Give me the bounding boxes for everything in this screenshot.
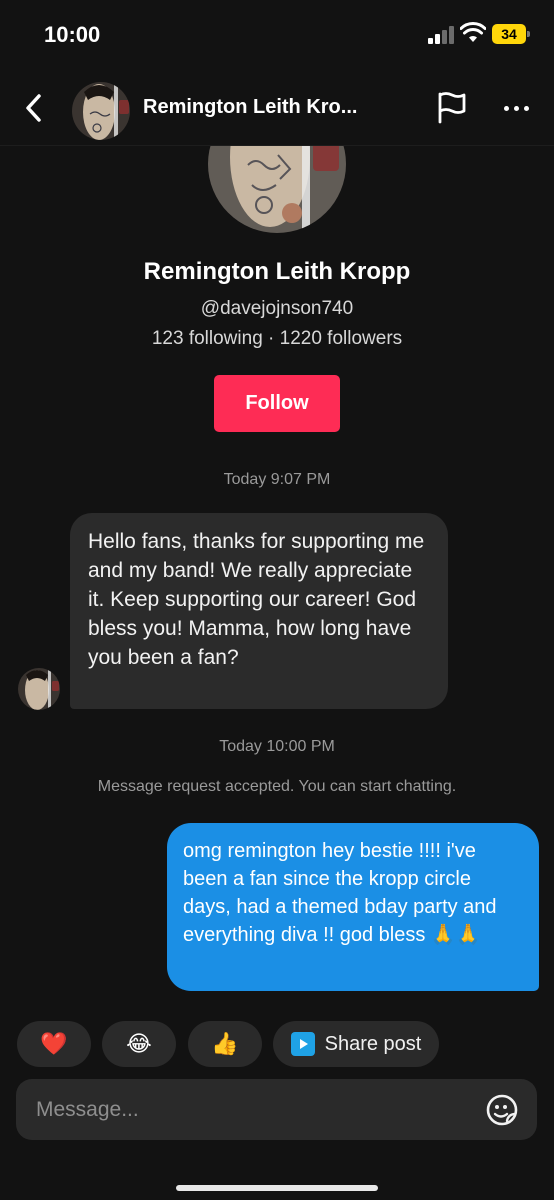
play-icon [290,1032,315,1056]
message-avatar[interactable] [18,668,60,710]
follow-button[interactable]: Follow [214,375,340,432]
signal-icon [428,24,456,44]
laugh-reaction-button[interactable]: 😂 [102,1021,176,1067]
system-note: Message request accepted. You can start … [97,778,457,795]
thumbs-up-reaction-button[interactable]: 👍 [188,1021,262,1067]
header-title[interactable]: Remington Leith Kro... [143,96,393,119]
profile-handle: @davejojnson740 [200,298,354,319]
emoji-sticker-icon[interactable] [483,1091,521,1129]
flag-icon[interactable] [434,90,470,126]
message-composer [16,1079,537,1140]
heart-icon: ❤️ [40,1031,68,1056]
chat-header: Remington Leith Kro... [0,70,554,146]
profile-stats: 123 following · 1220 followers [151,328,403,349]
home-indicator [176,1185,378,1191]
back-chevron-icon[interactable] [18,90,48,126]
timestamp: Today 9:07 PM [223,471,331,488]
status-time: 10:00 [44,22,101,47]
more-icon[interactable] [496,90,536,126]
share-post-label: Share post [324,1032,422,1055]
header-avatar[interactable] [72,82,130,140]
thumbs-up-icon: 👍 [211,1031,239,1056]
outgoing-message[interactable]: omg remington hey bestie !!!! i've been … [167,823,539,991]
share-post-button[interactable]: Share post [273,1021,439,1067]
heart-reaction-button[interactable]: ❤️ [17,1021,91,1067]
wifi-icon [459,22,487,44]
laughing-face-icon: 😂 [126,1031,152,1056]
battery-icon: 34 [492,24,530,44]
profile-name: Remington Leith Kropp [143,258,411,285]
incoming-message[interactable]: Hello fans, thanks for supporting me and… [70,513,448,709]
status-bar: 10:00 34 [0,0,554,70]
timestamp: Today 10:00 PM [219,738,335,755]
message-input[interactable] [36,1079,476,1140]
